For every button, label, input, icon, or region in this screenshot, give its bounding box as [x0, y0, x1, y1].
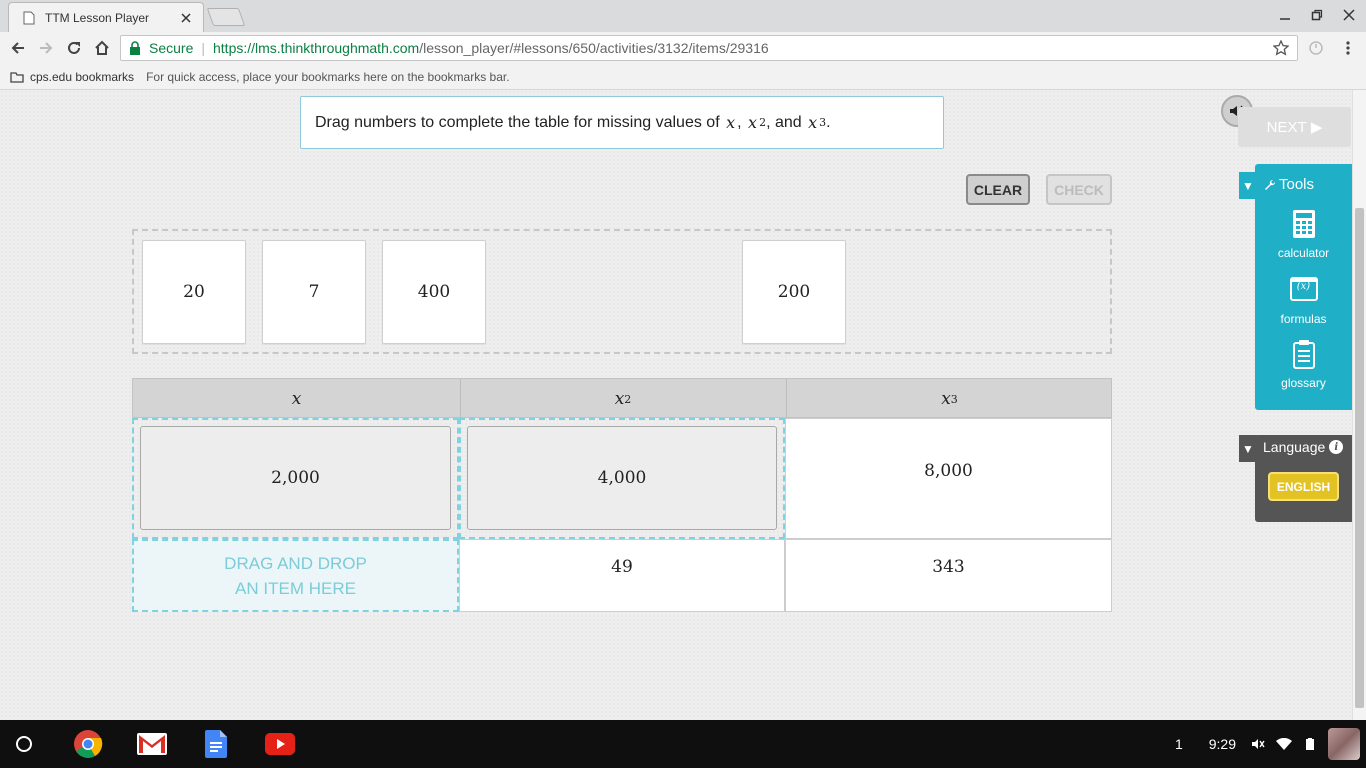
- answer-bank: 20 7 400 200: [132, 229, 1112, 354]
- home-icon[interactable]: [90, 36, 114, 60]
- gmail-icon[interactable]: [136, 728, 168, 760]
- lesson-page: Drag numbers to complete the table for m…: [0, 90, 1352, 720]
- browser-tabbar: TTM Lesson Player: [0, 0, 1366, 32]
- cell-value: 49: [611, 557, 633, 577]
- minimize-icon[interactable]: [1274, 6, 1296, 24]
- table-cell: 8,000: [785, 418, 1112, 539]
- answer-tile[interactable]: 200: [742, 240, 846, 344]
- back-arrow-icon[interactable]: [6, 36, 30, 60]
- formulas-glyph: (x): [1296, 281, 1311, 292]
- column-header-x: x: [291, 389, 302, 409]
- bookmarks-hint: For quick access, place your bookmarks h…: [146, 69, 510, 84]
- secure-label: Secure: [149, 40, 194, 56]
- divider: |: [201, 40, 205, 56]
- bookmark-folder[interactable]: cps.edu bookmarks: [10, 70, 134, 84]
- menu-dots-icon[interactable]: [1336, 36, 1360, 60]
- battery-icon: [1302, 736, 1318, 752]
- mute-icon: [1250, 736, 1266, 752]
- placed-tile[interactable]: 4,000: [467, 426, 777, 530]
- status-tray[interactable]: 1 9:29: [1175, 720, 1366, 768]
- new-tab-button[interactable]: [206, 8, 246, 26]
- placed-tile[interactable]: 2,000: [140, 426, 451, 530]
- browser-toolbar: Secure | https://lms.thinkthroughmath.co…: [0, 32, 1366, 64]
- column-header-x-squared: x2: [614, 389, 632, 409]
- forward-arrow-icon[interactable]: [34, 36, 58, 60]
- wifi-icon: [1276, 736, 1292, 752]
- table-header: x x2 x3: [132, 378, 1112, 419]
- calculator-icon: [1289, 208, 1319, 240]
- language-collapse-toggle[interactable]: ▼: [1239, 435, 1257, 462]
- tools-collapse-toggle[interactable]: ▼: [1239, 172, 1257, 199]
- english-language-button[interactable]: ENGLISH: [1268, 472, 1339, 501]
- answer-tile[interactable]: 20: [142, 240, 246, 344]
- address-bar[interactable]: Secure | https://lms.thinkthroughmath.co…: [120, 35, 1298, 61]
- drop-zone-empty[interactable]: DRAG AND DROP AN ITEM HERE: [132, 539, 459, 612]
- page-icon: [23, 11, 35, 25]
- reload-icon[interactable]: [62, 36, 86, 60]
- launcher-icon[interactable]: [16, 736, 32, 752]
- next-button[interactable]: NEXT ▶: [1238, 107, 1351, 147]
- table-cell: 343: [785, 539, 1112, 612]
- answer-tile[interactable]: 400: [382, 240, 486, 344]
- clipboard-icon: [1289, 338, 1319, 370]
- clock: 9:29: [1208, 736, 1236, 752]
- clear-button[interactable]: CLEAR: [966, 174, 1030, 205]
- check-button[interactable]: CHECK: [1046, 174, 1112, 205]
- youtube-icon[interactable]: [264, 728, 296, 760]
- close-window-icon[interactable]: [1338, 6, 1360, 24]
- chrome-icon[interactable]: [72, 728, 104, 760]
- scrollbar-thumb[interactable]: [1355, 208, 1364, 708]
- extension-icon[interactable]: [1304, 36, 1328, 60]
- column-header-x-cubed: x3: [941, 389, 958, 409]
- url-text[interactable]: https://lms.thinkthroughmath.com/lesson_…: [213, 40, 1271, 56]
- tab-title: TTM Lesson Player: [45, 10, 150, 25]
- os-shelf: 1 9:29: [0, 720, 1366, 768]
- tools-header[interactable]: Tools: [1264, 176, 1314, 193]
- bookmarks-bar: cps.edu bookmarks For quick access, plac…: [0, 64, 1366, 90]
- folder-icon: [10, 71, 24, 83]
- notification-count: 1: [1174, 736, 1183, 752]
- table-cell: 49: [459, 539, 785, 612]
- avatar[interactable]: [1328, 728, 1360, 760]
- cell-value: 8,000: [924, 461, 973, 481]
- wrench-icon: [1264, 179, 1276, 191]
- page-scrollbar[interactable]: [1352, 90, 1366, 720]
- info-icon[interactable]: i: [1329, 440, 1344, 454]
- question-prompt: Drag numbers to complete the table for m…: [300, 95, 1253, 149]
- restore-icon[interactable]: [1306, 6, 1328, 24]
- play-arrow-icon: ▶: [1310, 119, 1323, 136]
- google-docs-icon[interactable]: [200, 728, 232, 760]
- bookmark-star-icon[interactable]: [1271, 38, 1291, 58]
- glossary-tool[interactable]: glossary: [1255, 338, 1352, 390]
- drop-zone-filled[interactable]: 4,000: [459, 418, 785, 539]
- drop-zone-filled[interactable]: 2,000: [132, 418, 459, 539]
- lock-icon: [129, 41, 143, 55]
- answer-tile[interactable]: 7: [262, 240, 366, 344]
- language-header: Language i: [1263, 439, 1344, 455]
- browser-tab[interactable]: TTM Lesson Player: [8, 2, 204, 32]
- close-tab-icon[interactable]: [179, 11, 193, 25]
- cell-value: 343: [932, 557, 965, 577]
- calculator-tool[interactable]: calculator: [1255, 208, 1352, 260]
